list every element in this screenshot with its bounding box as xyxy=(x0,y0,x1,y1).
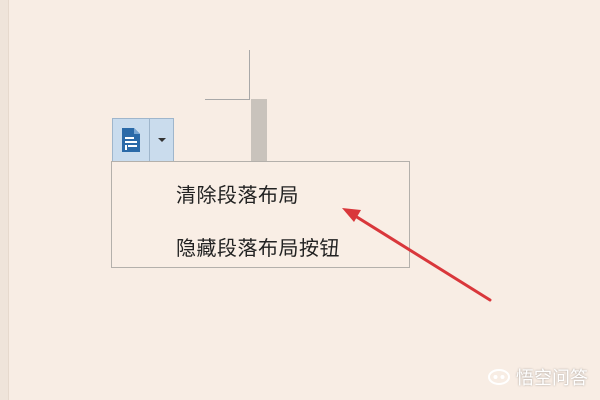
page-margin-mark-vertical xyxy=(249,50,250,100)
paragraph-layout-menu: 清除段落布局 隐藏段落布局按钮 xyxy=(111,161,410,268)
wukong-logo-icon xyxy=(488,369,510,385)
page-edge xyxy=(0,0,9,400)
menu-item-clear-paragraph-layout[interactable]: 清除段落布局 xyxy=(176,179,299,208)
paragraph-marker-bar xyxy=(251,99,267,162)
page-margin-mark-horizontal xyxy=(205,99,250,100)
paragraph-layout-split-button[interactable] xyxy=(112,118,174,162)
watermark-text: 悟空问答 xyxy=(516,368,588,389)
watermark: 悟空问答 xyxy=(488,364,588,390)
paragraph-layout-icon xyxy=(122,128,140,152)
paragraph-layout-button[interactable] xyxy=(113,119,150,161)
menu-item-hide-paragraph-layout-button[interactable]: 隐藏段落布局按钮 xyxy=(176,232,340,261)
chevron-down-icon xyxy=(157,138,166,142)
dropdown-toggle[interactable] xyxy=(150,119,173,161)
